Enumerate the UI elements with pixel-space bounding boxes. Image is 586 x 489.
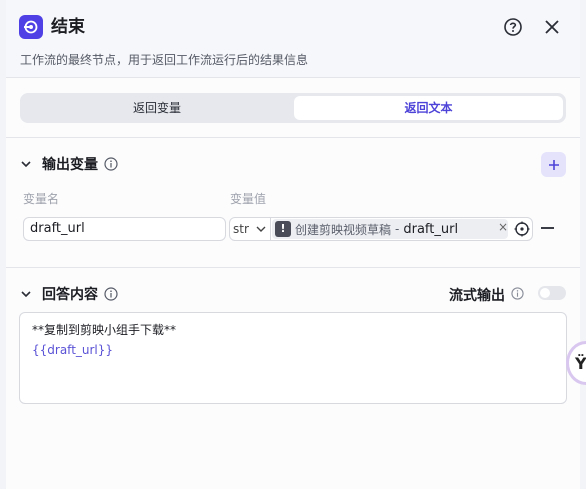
chevron-down-icon[interactable] [20, 158, 32, 170]
answer-variable-line: {{draft_url}} [32, 343, 114, 357]
chevron-down-icon [256, 226, 266, 232]
tab-return-text[interactable]: 返回文本 [294, 96, 563, 120]
close-icon[interactable] [542, 17, 562, 37]
node-description: 工作流的最终节点，用于返回工作流运行后的结果信息 [20, 53, 309, 67]
answer-content-editor[interactable]: **复制到剪映小组手下载** {{draft_url}} [19, 312, 567, 404]
ref-separator: - [395, 222, 400, 236]
section-title: 输出变量 [42, 157, 98, 173]
column-label-value: 变量值 [230, 192, 267, 206]
divider [270, 218, 271, 240]
chevron-down-icon[interactable] [20, 288, 32, 300]
assistant-glyph: Ϋ [575, 354, 586, 373]
tab-return-variable[interactable]: 返回变量 [23, 96, 291, 120]
panel-header: 结束 工作流的最终节点，用于返回工作流运行后的结果信息 [6, 0, 580, 78]
answer-line: **复制到剪映小组手下载** [32, 323, 177, 337]
column-label-name: 变量名 [23, 192, 60, 206]
end-node-icon [19, 15, 43, 39]
info-icon[interactable] [104, 157, 118, 171]
add-variable-button[interactable] [541, 152, 566, 177]
segmented-control: 返回变量 返回文本 [20, 93, 566, 123]
target-icon[interactable] [514, 221, 530, 237]
warning-icon: ! [275, 221, 291, 237]
stream-output-toggle[interactable] [538, 286, 566, 300]
ref-variable-name: draft_url [403, 221, 459, 237]
type-select-value: str [233, 222, 249, 236]
type-select[interactable]: str [233, 218, 269, 240]
info-icon[interactable] [104, 287, 118, 301]
stream-output-label: 流式输出 [449, 288, 505, 304]
end-node-panel: 结束 工作流的最终节点，用于返回工作流运行后的结果信息 返回变量 返回文本 输出… [6, 0, 580, 489]
help-icon[interactable] [503, 17, 523, 37]
answer-content-header[interactable]: 回答内容 [20, 284, 118, 304]
return-mode-tabs: 返回变量 返回文本 [6, 80, 580, 138]
ref-node-name: 创建剪映视频草稿 [295, 222, 392, 237]
chip-close-icon[interactable]: × [498, 220, 508, 234]
output-variables-section: 输出变量 变量名 变量值 draft_url str ! 创建剪映视频草稿 - … [6, 138, 580, 268]
toggle-knob [540, 288, 550, 298]
variable-reference-chip[interactable]: ! 创建剪映视频草稿 - draft_url × [272, 219, 508, 239]
answer-content-section: 回答内容 流式输出 **复制到剪映小组手下载** {{draft_url}} [6, 270, 580, 489]
variable-value-field: str ! 创建剪映视频草稿 - draft_url × [229, 217, 533, 241]
info-icon[interactable] [511, 287, 524, 300]
variable-name-input[interactable]: draft_url [23, 217, 226, 241]
plus-icon [548, 159, 559, 170]
section-title: 回答内容 [42, 287, 98, 303]
output-variables-header[interactable]: 输出变量 [20, 154, 118, 174]
remove-variable-button[interactable] [541, 227, 554, 229]
page-title: 结束 [51, 17, 85, 37]
